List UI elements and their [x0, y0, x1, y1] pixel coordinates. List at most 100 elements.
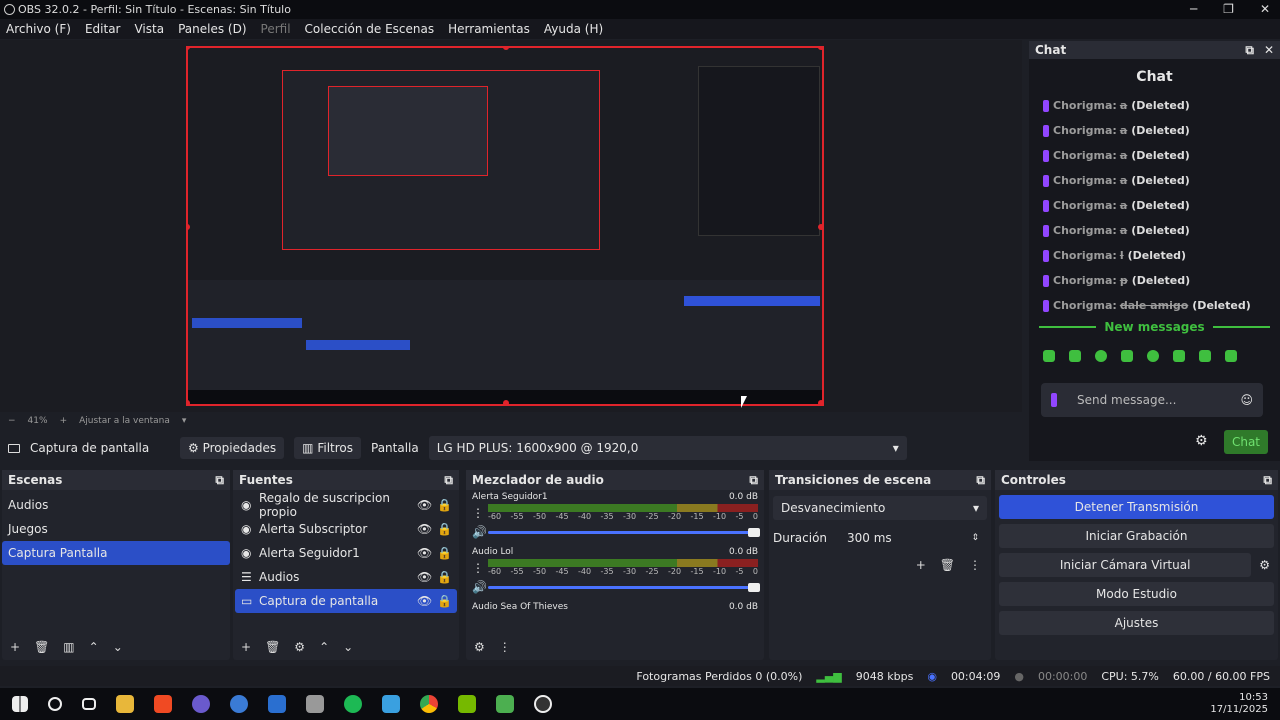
- preview-canvas[interactable]: [186, 46, 824, 406]
- add-icon[interactable]: +: [241, 640, 251, 654]
- speaker-icon[interactable]: 🔊: [472, 580, 487, 594]
- lock-icon[interactable]: 🔒: [437, 594, 457, 608]
- source-item[interactable]: ◉ Regalo de suscripcion propio 👁 🔒: [235, 491, 457, 519]
- chrome-icon[interactable]: [420, 695, 438, 713]
- source-item[interactable]: ☰ Audios 👁 🔒: [235, 565, 457, 589]
- advanced-audio-icon[interactable]: ⚙: [474, 640, 485, 654]
- more-options-icon[interactable]: ⋮: [472, 506, 484, 520]
- trash-icon[interactable]: 🗑: [940, 558, 955, 572]
- emote-icon[interactable]: [1173, 350, 1185, 362]
- emote-icon[interactable]: [1121, 350, 1133, 362]
- float-dock-icon[interactable]: ⧉: [1245, 43, 1254, 58]
- emote-icon[interactable]: [1225, 350, 1237, 362]
- scene-item[interactable]: Captura Pantalla: [2, 541, 230, 565]
- undock-icon[interactable]: ⧉: [444, 473, 453, 488]
- more-options-icon[interactable]: ⋮: [499, 640, 511, 654]
- nvidia-icon[interactable]: [458, 695, 476, 713]
- discord-icon[interactable]: [192, 695, 210, 713]
- windows-start-icon[interactable]: [12, 696, 28, 712]
- brave-icon[interactable]: [154, 695, 172, 713]
- app-icon[interactable]: [306, 695, 324, 713]
- settings-button[interactable]: Ajustes: [999, 611, 1274, 635]
- volume-slider[interactable]: [488, 582, 760, 592]
- app-icon[interactable]: [268, 695, 286, 713]
- menu-docks[interactable]: Paneles (D): [178, 22, 246, 36]
- menu-tools[interactable]: Herramientas: [448, 22, 530, 36]
- file-explorer-icon[interactable]: [116, 695, 134, 713]
- minimize-button[interactable]: ─: [1190, 0, 1197, 19]
- source-item[interactable]: ◉ Alerta Seguidor1 👁 🔒: [235, 541, 457, 565]
- eye-icon[interactable]: 👁: [417, 522, 437, 536]
- menu-view[interactable]: Vista: [134, 22, 164, 36]
- stop-stream-button[interactable]: Detener Transmisión: [999, 495, 1274, 519]
- lock-icon[interactable]: 🔒: [437, 546, 457, 560]
- studio-mode-button[interactable]: Modo Estudio: [999, 582, 1274, 606]
- steam-icon[interactable]: [230, 695, 248, 713]
- emote-icon[interactable]: [1147, 350, 1159, 362]
- lock-icon[interactable]: 🔒: [437, 498, 457, 512]
- eye-icon[interactable]: 👁: [417, 594, 437, 608]
- source-item[interactable]: ▭ Captura de pantalla 👁 🔒: [235, 589, 457, 613]
- move-up-icon[interactable]: ⌃: [319, 640, 329, 654]
- scene-item[interactable]: Audios: [2, 493, 230, 517]
- more-options-icon[interactable]: ⋮: [472, 561, 484, 575]
- close-button[interactable]: ✕: [1260, 0, 1270, 19]
- speaker-icon[interactable]: 🔊: [472, 525, 487, 539]
- chat-settings-icon[interactable]: ⚙: [1195, 433, 1208, 449]
- duration-input[interactable]: 300 ms ⇕: [839, 526, 987, 550]
- undock-icon[interactable]: ⧉: [1263, 473, 1272, 488]
- spotify-icon[interactable]: [344, 695, 362, 713]
- properties-button[interactable]: ⚙ Propiedades: [180, 437, 285, 459]
- undock-icon[interactable]: ⧉: [976, 473, 985, 488]
- search-icon[interactable]: [48, 697, 62, 711]
- emote-icon[interactable]: [1043, 350, 1055, 362]
- trash-icon[interactable]: 🗑: [34, 640, 49, 654]
- close-dock-icon[interactable]: ✕: [1264, 43, 1274, 58]
- fit-dropdown-icon[interactable]: ▾: [182, 416, 187, 426]
- menu-profile[interactable]: Perfil: [261, 22, 291, 36]
- menu-scene-collection[interactable]: Colección de Escenas: [305, 22, 435, 36]
- menu-file[interactable]: Archivo (F): [6, 22, 71, 36]
- filter-icon[interactable]: ▥: [63, 640, 74, 654]
- lock-icon[interactable]: 🔒: [437, 570, 457, 584]
- gear-icon[interactable]: ⚙: [294, 640, 305, 654]
- virtual-camera-button[interactable]: Iniciar Cámara Virtual: [999, 553, 1252, 577]
- chat-input[interactable]: Send message... ☺: [1041, 383, 1263, 417]
- virtual-camera-settings-icon[interactable]: ⚙: [1259, 558, 1270, 572]
- transition-select[interactable]: Desvanecimiento ▾: [773, 496, 987, 520]
- source-item[interactable]: ◉ Alerta Subscriptor 👁 🔒: [235, 517, 457, 541]
- fit-window-label[interactable]: Ajustar a la ventana: [79, 416, 170, 426]
- app-icon[interactable]: [382, 695, 400, 713]
- filters-button[interactable]: ▥ Filtros: [294, 437, 361, 459]
- start-recording-button[interactable]: Iniciar Grabación: [999, 524, 1274, 548]
- menu-edit[interactable]: Editar: [85, 22, 121, 36]
- eye-icon[interactable]: 👁: [417, 498, 437, 512]
- add-icon[interactable]: +: [10, 640, 20, 654]
- maximize-button[interactable]: ❐: [1223, 0, 1234, 19]
- lock-icon[interactable]: 🔒: [437, 522, 457, 536]
- menu-help[interactable]: Ayuda (H): [544, 22, 603, 36]
- emote-icon[interactable]: [1199, 350, 1211, 362]
- minecraft-icon[interactable]: [496, 695, 514, 713]
- emoji-icon[interactable]: ☺: [1240, 393, 1253, 407]
- undock-icon[interactable]: ⧉: [749, 473, 758, 488]
- zoom-out-button[interactable]: −: [8, 416, 16, 426]
- task-view-icon[interactable]: [82, 698, 96, 710]
- volume-slider[interactable]: [488, 527, 760, 537]
- undock-icon[interactable]: ⧉: [215, 473, 224, 488]
- emote-icon[interactable]: [1069, 350, 1081, 362]
- spinner-icon[interactable]: ⇕: [971, 533, 979, 543]
- trash-icon[interactable]: 🗑: [265, 640, 280, 654]
- eye-icon[interactable]: 👁: [417, 570, 437, 584]
- more-options-icon[interactable]: ⋮: [969, 558, 981, 572]
- move-up-icon[interactable]: ⌃: [89, 640, 99, 654]
- scene-item[interactable]: Juegos: [2, 517, 230, 541]
- display-select[interactable]: LG HD PLUS: 1600x900 @ 1920,0 ▾: [428, 436, 907, 460]
- zoom-in-button[interactable]: +: [60, 416, 68, 426]
- move-down-icon[interactable]: ⌄: [113, 640, 123, 654]
- eye-icon[interactable]: 👁: [417, 546, 437, 560]
- add-icon[interactable]: +: [916, 558, 926, 572]
- chat-send-button[interactable]: Chat: [1224, 430, 1268, 454]
- obs-icon[interactable]: [534, 695, 552, 713]
- emote-icon[interactable]: [1095, 350, 1107, 362]
